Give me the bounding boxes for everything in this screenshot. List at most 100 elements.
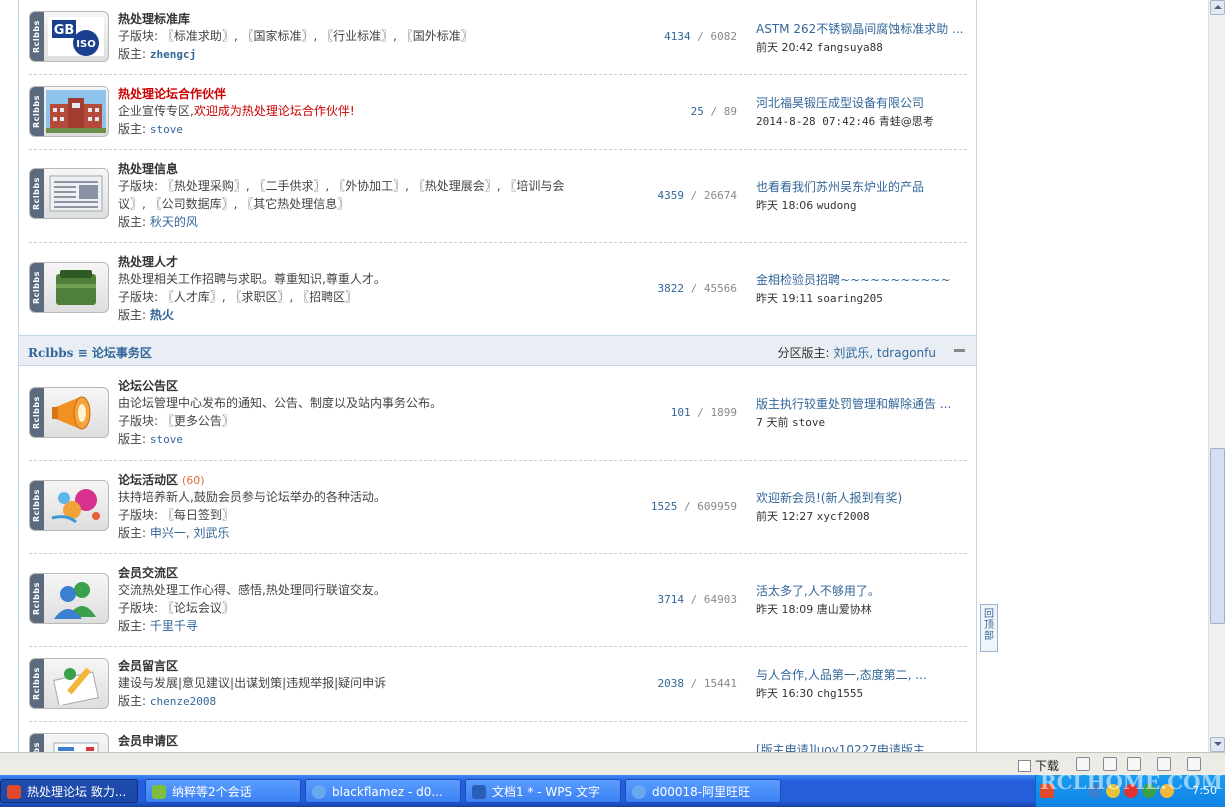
last-post-title[interactable]: 与人合作,人品第一,态度第二, ... <box>756 666 966 683</box>
moderator-link[interactable]: stove <box>150 433 183 446</box>
screen-icon[interactable] <box>1157 757 1171 771</box>
forum-moderators: 版主: stove <box>118 430 183 449</box>
last-post-user[interactable]: soaring205 <box>817 292 883 305</box>
forum-icon[interactable]: Rclbbs <box>29 573 109 624</box>
forum-icon[interactable]: Rclbbs <box>29 387 109 438</box>
post-count: 45566 <box>703 282 737 295</box>
forum-subforums[interactable]: 子版块: 〖热处理采购〗, 〖二手供求〗, 〖外协加工〗, 〖热处理展会〗, 〖… <box>118 177 564 195</box>
last-post-title[interactable]: 欢迎新会员!(新人报到有奖) <box>756 489 966 506</box>
megaphone-icon <box>52 396 91 430</box>
last-post-user[interactable]: stove <box>792 416 825 429</box>
moderator-link[interactable]: 申兴一, 刘武乐 <box>150 526 230 540</box>
svg-text:ISO: ISO <box>76 39 95 50</box>
forum-title[interactable]: 论坛公告区 <box>118 377 178 394</box>
last-post-title[interactable]: 也看看我们苏州吴东炉业的产品 <box>756 178 966 195</box>
moderator-link[interactable]: zhengcj <box>150 48 196 61</box>
back-to-top-button[interactable]: 回顶部 <box>980 604 998 652</box>
moderator-link[interactable]: 千里千寻 <box>150 619 198 633</box>
category-title[interactable]: Rclbbs ≡ 论坛事务区 <box>28 344 152 361</box>
last-post-title[interactable]: 活太多了,人不够用了。 <box>756 582 966 599</box>
last-post-title[interactable]: 版主执行较重处罚管理和解除通告 ... <box>756 395 966 412</box>
category-mods-links[interactable]: 刘武乐, tdragonfu <box>833 346 936 360</box>
factory-building-icon <box>46 90 106 133</box>
scroll-thumb[interactable] <box>1210 448 1225 624</box>
forum-title[interactable]: 热处理人才 <box>118 253 178 270</box>
last-post-title[interactable]: 河北福昊锻压成型设备有限公司 <box>756 94 966 111</box>
forum-subforums[interactable]: 子版块: 〖人才库〗, 〖求职区〗, 〖招聘区〗 <box>118 288 357 306</box>
speaker-icon[interactable] <box>1127 757 1141 771</box>
forum-row: Rclbbs GB ISO 热处理标准库 子版块: 〖标准求助〗, 〖国家标准〗… <box>29 0 967 75</box>
forum-description: 扶持培养新人,鼓励会员参与论坛举办的各种活动。 <box>118 490 386 504</box>
rclbbs-tag: Rclbbs <box>30 659 44 708</box>
post-count: 15441 <box>703 677 737 690</box>
forum-subforums[interactable]: 子版块: 〖每日签到〗 <box>118 506 234 524</box>
thread-count: 2038 <box>657 677 685 690</box>
category-moderators: 分区版主: 刘武乐, tdragonfu <box>777 344 936 361</box>
forum-subforums[interactable]: 子版块: 〖论坛会议〗 <box>118 599 234 617</box>
wps-writer-icon <box>472 785 486 799</box>
forum-subforums-cont[interactable]: 议〗, 〖公司数据库〗, 〖其它热处理信息〗 <box>118 195 349 213</box>
mods-label: 版主: <box>118 694 147 708</box>
task-forum-window[interactable]: 热处理论坛 致力... <box>0 779 138 803</box>
last-post-user[interactable]: xycf2008 <box>817 510 870 523</box>
moderator-link[interactable]: 热火 <box>150 308 174 322</box>
mods-label: 版主: <box>118 308 147 322</box>
forum-description: 建设与发展|意见建议|出谋划策|违规举报|疑问申诉 <box>118 676 387 690</box>
forum-title[interactable]: 热处理论坛合作伙伴 <box>118 85 226 102</box>
task-wps-document[interactable]: 文档1 * - WPS 文字 <box>465 779 621 803</box>
forum-icon[interactable]: Rclbbs <box>29 733 109 752</box>
add-icon[interactable] <box>1076 757 1090 771</box>
post-count: 26674 <box>703 189 737 202</box>
forum-subforums[interactable]: 子版块: 〖标准求助〗, 〖国家标准〗, 〖行业标准〗, 〖国外标准〗 <box>118 27 473 45</box>
last-post-user[interactable]: wudong <box>817 199 857 212</box>
zoom-icon[interactable] <box>1187 757 1201 771</box>
forum-subforums[interactable]: 子版块: 〖更多公告〗 <box>118 412 234 430</box>
browser-icon <box>7 785 21 799</box>
forum-title[interactable]: 论坛活动区 (60) <box>118 471 205 488</box>
forum-icon[interactable]: Rclbbs <box>29 658 109 709</box>
forum-icon[interactable]: Rclbbs <box>29 168 109 219</box>
forum-title-text[interactable]: 论坛活动区 <box>118 473 178 487</box>
vertical-scrollbar[interactable] <box>1208 0 1225 752</box>
last-post-time: 前天 20:42 <box>756 41 814 54</box>
category-header: Rclbbs ≡ 论坛事务区 分区版主: 刘武乐, tdragonfu <box>19 335 976 366</box>
forum-icon[interactable]: Rclbbs <box>29 262 109 313</box>
forum-title[interactable]: 热处理标准库 <box>118 10 190 27</box>
last-post-user[interactable]: fangsuya88 <box>817 41 883 54</box>
last-post-title[interactable]: 金相检验员招聘~~~~~~~~~~~ <box>756 271 966 288</box>
forum-title[interactable]: 会员申请区 <box>118 732 178 749</box>
last-post-user[interactable]: 青蛙@思考 <box>879 115 934 128</box>
collapse-icon[interactable] <box>954 349 965 352</box>
forum-row: Rclbbs 会员交流区 交流热处理工作心得、感悟,热处理同行联谊交友。 子版块… <box>29 554 967 647</box>
forum-stats: 2038 / 15441 <box>657 677 738 690</box>
forum-row: Rclbbs 会员留言区 建设与发展|意见建议|出谋划策|违规举报|疑问申诉 版… <box>29 647 967 722</box>
last-post-meta: 2014-8-28 07:42:46 青蛙@思考 <box>756 113 934 129</box>
forum-title[interactable]: 会员交流区 <box>118 564 178 581</box>
forum-icon[interactable]: Rclbbs GB ISO <box>29 11 109 62</box>
thread-count: 25 <box>690 105 704 118</box>
mods-label: 版主: <box>118 432 147 446</box>
forum-icon[interactable]: Rclbbs <box>29 86 109 137</box>
last-post-title[interactable]: [版主申请]luoy10227申请版主 <box>756 741 966 752</box>
task-aliwangwang[interactable]: d00018-阿里旺旺 <box>625 779 781 803</box>
moderator-link[interactable]: stove <box>150 123 183 136</box>
moderator-link[interactable]: 秋天的风 <box>150 215 198 229</box>
forum-icon[interactable]: Rclbbs <box>29 480 109 531</box>
last-post-title[interactable]: ASTM 262不锈钢晶间腐蚀标准求助 ... <box>756 20 966 37</box>
scroll-up-icon[interactable] <box>1210 0 1225 15</box>
wangwang-icon <box>312 785 326 799</box>
mods-label: 版主: <box>118 47 147 61</box>
task-chat-sessions[interactable]: 纳粹等2个会话 <box>145 779 301 803</box>
last-post-user[interactable]: chg1555 <box>817 687 863 700</box>
mods-label: 版主: <box>118 619 147 633</box>
forum-title[interactable]: 会员留言区 <box>118 657 178 674</box>
mods-label: 版主: <box>118 215 147 229</box>
task-blackflamez[interactable]: blackflamez - d0... <box>305 779 461 803</box>
trash-icon[interactable] <box>1103 757 1117 771</box>
thread-count: 4359 <box>657 189 685 202</box>
moderator-link[interactable]: chenze2008 <box>150 695 216 708</box>
forum-row: Rclbbs 会员申请区 [版主申请]luoy10227申请版主 <box>29 722 967 752</box>
last-post-user[interactable]: 唐山爱协林 <box>817 603 872 616</box>
scroll-down-icon[interactable] <box>1210 737 1225 752</box>
forum-title[interactable]: 热处理信息 <box>118 160 178 177</box>
